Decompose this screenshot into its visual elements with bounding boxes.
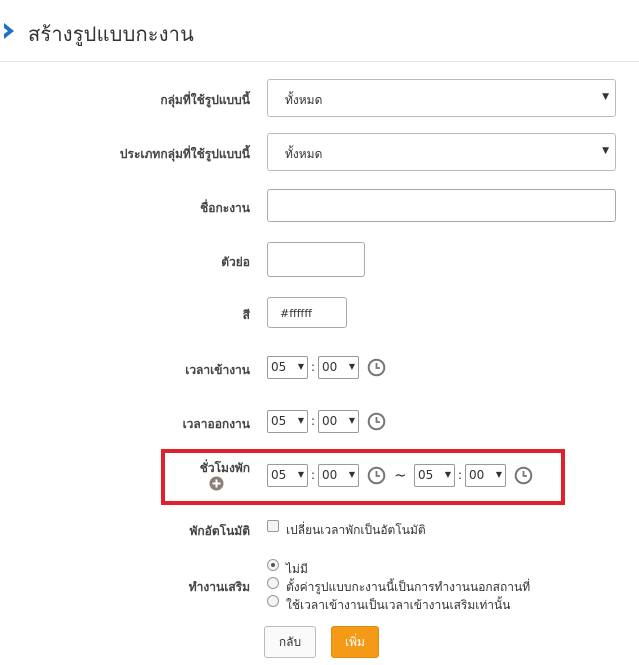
clock-icon[interactable] <box>367 412 386 431</box>
auto-break-label: พักอัตโนมัติ <box>189 524 250 538</box>
time-out-minute-value: 00 <box>322 414 338 428</box>
overtime-radio-none[interactable] <box>267 559 279 571</box>
time-colon: : <box>311 414 316 428</box>
overtime-radio-extra-only[interactable] <box>267 595 279 607</box>
chevron-down-icon: ▼ <box>297 470 304 479</box>
chevron-down-icon: ▼ <box>348 416 355 425</box>
group-select[interactable]: ทั้งหมด ▼ <box>267 79 616 117</box>
chevron-down-icon: ▼ <box>495 470 502 479</box>
chevron-down-icon: ▼ <box>444 470 451 479</box>
time-out-hour-value: 05 <box>271 414 287 428</box>
clock-icon[interactable] <box>367 358 386 377</box>
overtime-option-none: ไม่มี <box>286 562 308 576</box>
break-end-minute-value: 00 <box>469 468 485 482</box>
abbr-input[interactable] <box>267 242 365 277</box>
chevron-down-icon: ▼ <box>348 470 355 479</box>
auto-break-option-text: เปลี่ยนเวลาพักเป็นอัตโนมัติ <box>286 523 426 537</box>
time-in-minute-select[interactable]: 00 ▼ <box>318 356 359 379</box>
page-title: สร้างรูปแบบกะงาน <box>28 22 194 46</box>
group-label: กลุ่มที่ใช้รูปแบบนี้ <box>160 93 250 107</box>
time-in-hour-select[interactable]: 05 ▼ <box>267 356 308 379</box>
chevron-right-icon <box>4 23 14 39</box>
time-in-minute-value: 00 <box>322 360 338 374</box>
page-header: สร้างรูปแบบกะงาน <box>0 0 639 62</box>
break-label: ชั่วโมงพัก <box>199 461 250 475</box>
break-start-hour-value: 05 <box>271 468 287 482</box>
chevron-down-icon: ▼ <box>602 146 609 156</box>
shift-name-label: ชื่อกะงาน <box>200 201 250 215</box>
time-colon: : <box>311 360 316 374</box>
chevron-down-icon: ▼ <box>348 362 355 371</box>
overtime-option-offsite: ตั้งค่ารูปแบบกะงานนี้เป็นการทำงานนอกสถาน… <box>286 580 531 594</box>
chevron-down-icon: ▼ <box>602 92 609 102</box>
break-range-separator: ~ <box>394 466 407 484</box>
add-break-icon[interactable] <box>209 476 224 491</box>
chevron-down-icon: ▼ <box>297 362 304 371</box>
group-type-select-value: ทั้งหมด <box>285 147 323 161</box>
break-end-minute-select[interactable]: 00 ▼ <box>465 464 506 487</box>
group-type-label: ประเภทกลุ่มที่ใช้รูปแบบนี้ <box>119 147 250 161</box>
clock-icon[interactable] <box>514 466 533 485</box>
overtime-option-extra-only: ใช้เวลาเข้างานเป็นเวลาเข้างานเสริมเท่านั… <box>286 598 511 612</box>
overtime-radio-offsite[interactable] <box>267 577 279 589</box>
back-button[interactable]: กลับ <box>264 626 316 658</box>
overtime-label: ทำงานเสริม <box>188 580 250 594</box>
color-label: สี <box>242 308 250 322</box>
break-start-minute-select[interactable]: 00 ▼ <box>318 464 359 487</box>
shift-name-input[interactable] <box>267 189 616 222</box>
group-select-value: ทั้งหมด <box>285 93 323 107</box>
time-out-hour-select[interactable]: 05 ▼ <box>267 410 308 433</box>
time-out-label: เวลาออกงาน <box>182 417 250 431</box>
color-value: #ffffff <box>280 307 312 320</box>
time-in-hour-value: 05 <box>271 360 287 374</box>
time-colon: : <box>458 468 463 482</box>
auto-break-checkbox[interactable] <box>267 520 279 532</box>
abbr-label: ตัวย่อ <box>221 255 250 269</box>
break-end-hour-value: 05 <box>418 468 434 482</box>
chevron-down-icon: ▼ <box>297 416 304 425</box>
time-out-minute-select[interactable]: 00 ▼ <box>318 410 359 433</box>
color-input[interactable]: #ffffff <box>267 297 347 328</box>
group-type-select[interactable]: ทั้งหมด ▼ <box>267 133 616 171</box>
time-in-label: เวลาเข้างาน <box>185 363 250 377</box>
break-start-minute-value: 00 <box>322 468 338 482</box>
time-colon: : <box>311 468 316 482</box>
break-end-hour-select[interactable]: 05 ▼ <box>414 464 455 487</box>
clock-icon[interactable] <box>367 466 386 485</box>
break-start-hour-select[interactable]: 05 ▼ <box>267 464 308 487</box>
add-button[interactable]: เพิ่ม <box>331 626 379 658</box>
